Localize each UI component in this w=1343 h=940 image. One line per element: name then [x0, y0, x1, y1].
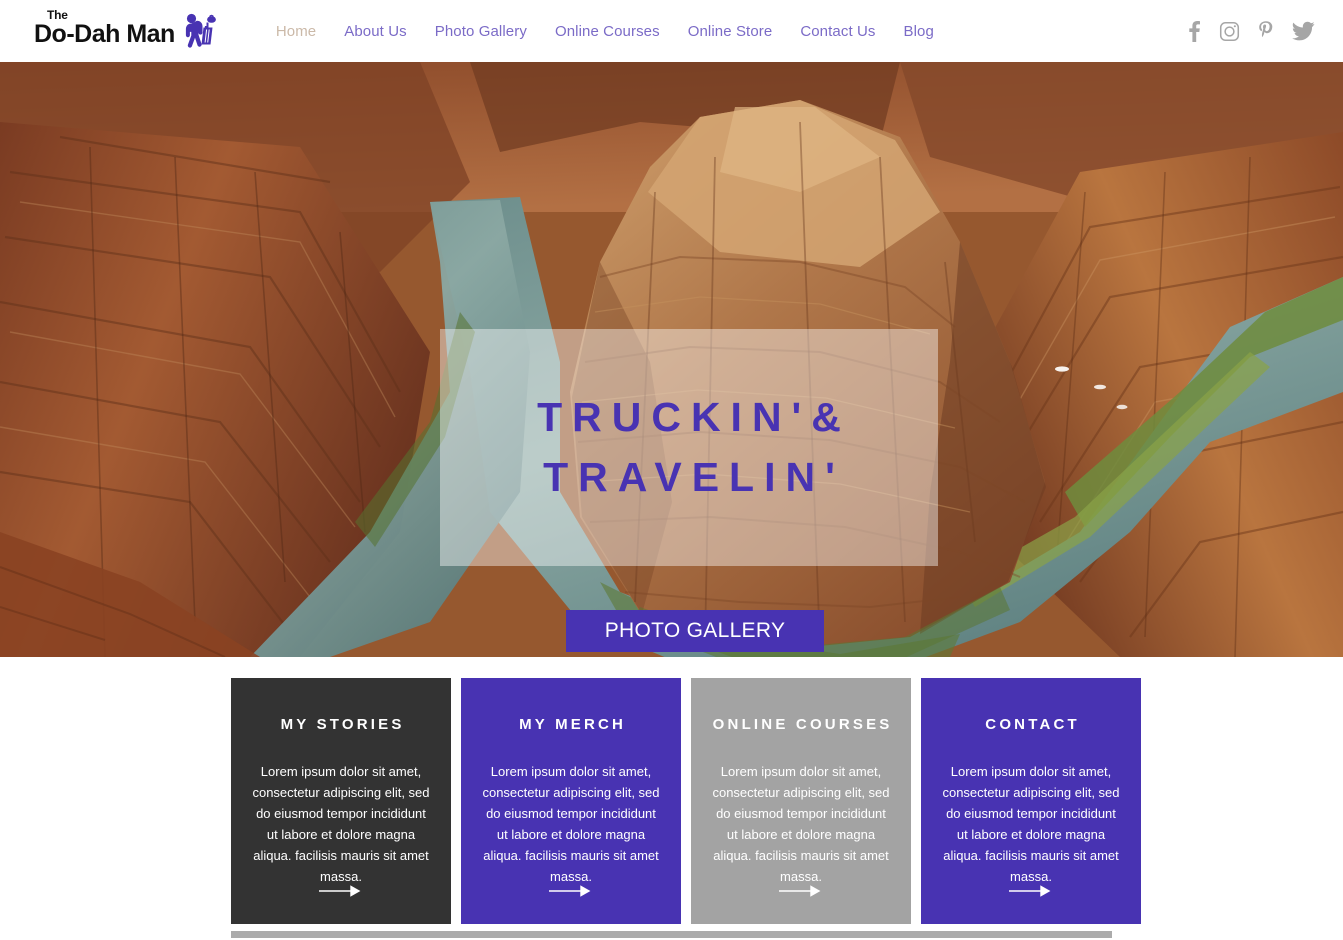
nav-item-home[interactable]: Home — [262, 23, 330, 40]
nav-item-about-us[interactable]: About Us — [330, 23, 421, 40]
feature-cards-row: MY STORIES Lorem ipsum dolor sit amet, c… — [231, 678, 1141, 924]
main-navigation: Home About Us Photo Gallery Online Cours… — [262, 23, 948, 40]
facebook-icon[interactable] — [1187, 20, 1201, 42]
hero-title-overlay: TRUCKIN'& TRAVELIN' — [440, 329, 938, 566]
hero-title-line-2: TRAVELIN' — [543, 453, 845, 500]
instagram-icon[interactable] — [1219, 21, 1240, 42]
section-divider-bar — [231, 931, 1112, 938]
nav-item-online-courses[interactable]: Online Courses — [541, 23, 674, 40]
card-my-stories[interactable]: MY STORIES Lorem ipsum dolor sit amet, c… — [231, 678, 451, 924]
nav-item-contact-us[interactable]: Contact Us — [786, 23, 889, 40]
card-body-text: Lorem ipsum dolor sit amet, consectetur … — [482, 764, 660, 885]
twitter-icon[interactable] — [1292, 21, 1315, 41]
nav-item-photo-gallery[interactable]: Photo Gallery — [421, 23, 541, 40]
arrow-right-icon[interactable] — [921, 885, 1141, 897]
nav-item-blog[interactable]: Blog — [890, 23, 948, 40]
card-title: MY MERCH — [519, 716, 627, 733]
feature-cards-section: MY STORIES Lorem ipsum dolor sit amet, c… — [0, 657, 1343, 940]
arrow-right-icon[interactable] — [461, 885, 681, 897]
card-title: MY STORIES — [280, 716, 405, 733]
site-logo[interactable]: The Do-Dah Man — [34, 9, 218, 52]
card-contact[interactable]: CONTACT Lorem ipsum dolor sit amet, cons… — [921, 678, 1141, 924]
card-body-text: Lorem ipsum dolor sit amet, consectetur … — [712, 764, 890, 885]
photo-gallery-button[interactable]: PHOTO GALLERY — [566, 610, 824, 652]
logo-the-text: The — [47, 8, 68, 22]
nav-item-online-store[interactable]: Online Store — [674, 23, 787, 40]
arrow-right-icon[interactable] — [231, 885, 451, 897]
logo-name-text: Do-Dah Man — [34, 20, 175, 48]
card-title: CONTACT — [985, 716, 1080, 733]
arrow-right-icon[interactable] — [691, 885, 911, 897]
hero-title-line-1: TRUCKIN'& — [537, 394, 851, 441]
card-online-courses[interactable]: ONLINE COURSES Lorem ipsum dolor sit ame… — [691, 678, 911, 924]
card-body-text: Lorem ipsum dolor sit amet, consectetur … — [942, 764, 1120, 885]
card-body-text: Lorem ipsum dolor sit amet, consectetur … — [252, 764, 430, 885]
card-title: ONLINE COURSES — [712, 716, 893, 733]
site-header: The Do-Dah Man Home About Us Photo Galle… — [0, 0, 1343, 62]
pinterest-icon[interactable] — [1258, 20, 1274, 42]
logo-wordmark: The Do-Dah Man — [34, 9, 175, 48]
social-links — [1187, 0, 1315, 62]
traveler-with-luggage-icon — [176, 10, 218, 52]
hero-section: TRUCKIN'& TRAVELIN' PHOTO GALLERY — [0, 62, 1343, 657]
card-my-merch[interactable]: MY MERCH Lorem ipsum dolor sit amet, con… — [461, 678, 681, 924]
